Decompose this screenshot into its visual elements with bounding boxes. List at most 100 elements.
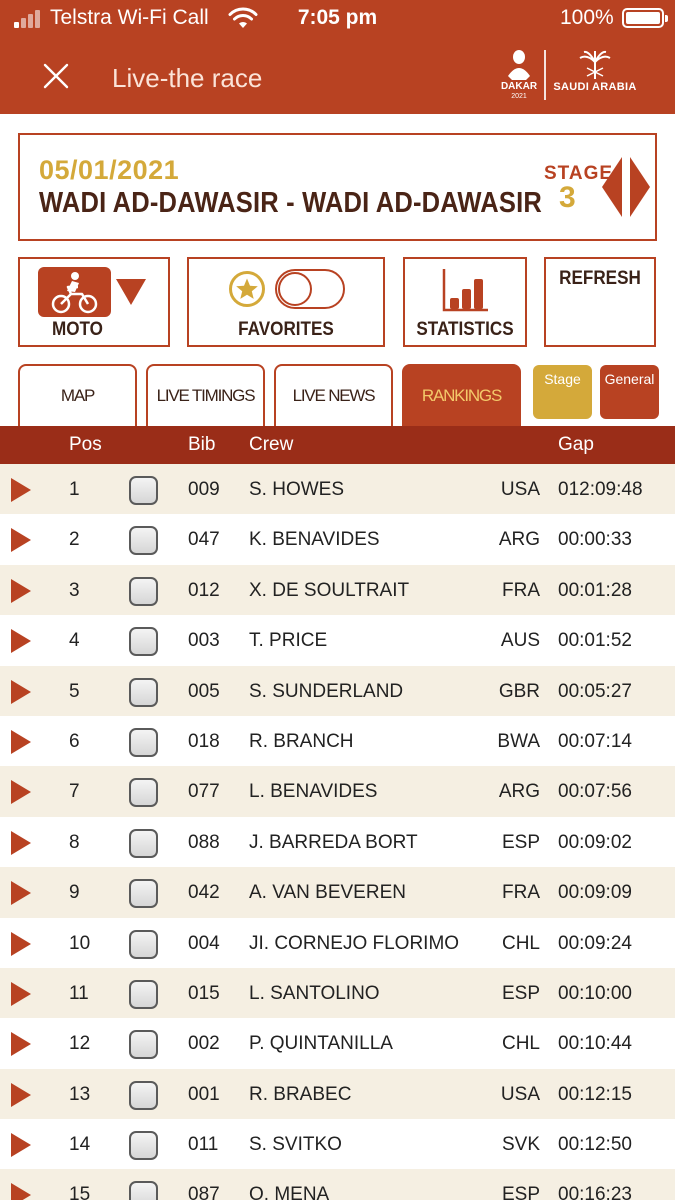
expand-row-icon[interactable] [11,981,31,1006]
stage-number: 3 [559,181,576,214]
rider-crew: J. BARREDA BORT [249,831,418,853]
table-row[interactable]: 15 087 O. MENA ESP 00:16:23 [0,1169,675,1200]
app-bar: Live-the race DAKAR 2021 SAUDI ARABIA [0,38,675,114]
rider-nationality: FRA [502,882,540,904]
stage-route: WADI AD-DAWASIR - WADI AD-DAWASIR [39,187,542,219]
favorite-checkbox[interactable] [129,828,158,858]
favorite-checkbox[interactable] [129,979,158,1009]
table-row[interactable]: 8 088 J. BARREDA BORT ESP 00:09:02 [0,816,675,868]
table-row[interactable]: 11 015 L. SANTOLINO ESP 00:10:00 [0,967,675,1019]
battery-icon [622,8,668,28]
expand-row-icon[interactable] [11,1183,31,1200]
rider-crew: R. BRANCH [249,730,354,752]
general-ranking-button[interactable]: General [600,365,659,419]
rider-gap: 00:05:27 [558,680,632,702]
table-row[interactable]: 7 077 L. BENAVIDES ARG 00:07:56 [0,766,675,817]
rider-position: 9 [69,882,80,904]
expand-row-icon[interactable] [11,780,31,805]
tab-live-news[interactable]: LIVE NEWS [274,364,393,426]
refresh-button[interactable]: REFRESH [544,257,656,347]
close-icon[interactable] [42,62,70,90]
rider-position: 2 [69,529,80,551]
expand-row-icon[interactable] [11,679,31,704]
rider-bib: 005 [188,680,220,702]
rider-crew: O. MENA [249,1184,330,1200]
page-title: Live-the race [112,63,263,93]
expand-row-icon[interactable] [11,830,31,855]
previous-stage-icon[interactable] [602,157,622,217]
saudi-arabia-logo: SAUDI ARABIA [550,50,640,100]
expand-row-icon[interactable] [11,528,31,553]
table-row[interactable]: 12 002 P. QUINTANILLA CHL 00:10:44 [0,1018,675,1069]
favorite-checkbox[interactable] [129,727,158,757]
header-bib: Bib [188,434,216,455]
rider-gap: 00:07:56 [558,781,632,803]
favorite-checkbox[interactable] [129,627,158,657]
rider-bib: 047 [188,529,220,551]
favorite-checkbox[interactable] [129,576,158,606]
tab-rankings[interactable]: RANKINGS [402,364,521,426]
rider-position: 10 [69,932,91,954]
expand-row-icon[interactable] [11,578,31,603]
table-row[interactable]: 10 004 JI. CORNEJO FLORIMO CHL 00:09:24 [0,917,675,968]
tab-live-timings[interactable]: LIVE TIMINGS [146,364,265,426]
rider-crew: K. BENAVIDES [249,529,380,551]
expand-row-icon[interactable] [11,931,31,956]
rider-gap: 00:12:15 [558,1083,632,1105]
rider-gap: 00:12:50 [558,1134,632,1156]
rider-bib: 018 [188,730,220,752]
header-gap: Gap [558,434,594,455]
favorite-checkbox[interactable] [129,879,158,909]
table-row[interactable]: 6 018 R. BRANCH BWA 00:07:14 [0,715,675,767]
battery-percent: 100% [560,6,614,29]
rider-gap: 00:09:02 [558,831,632,853]
expand-row-icon[interactable] [11,729,31,754]
favorites-toggle[interactable] [275,269,345,309]
expand-row-icon[interactable] [11,1133,31,1158]
stage-card: 05/01/2021 WADI AD-DAWASIR - WADI AD-DAW… [18,133,657,241]
rider-bib: 042 [188,882,220,904]
favorites-box: FAVORITES [187,257,385,347]
next-stage-icon[interactable] [630,157,650,217]
rider-nationality: USA [500,479,540,500]
table-row[interactable]: 3 012 X. DE SOULTRAIT FRA 00:01:28 [0,564,675,616]
expand-row-icon[interactable] [11,478,31,502]
table-row[interactable]: 1 009 S. HOWES USA 012:09:48 [0,464,675,515]
expand-row-icon[interactable] [11,629,31,654]
rider-bib: 009 [188,479,220,500]
table-row[interactable]: 9 042 A. VAN BEVEREN FRA 00:09:09 [0,867,675,918]
expand-row-icon[interactable] [11,881,31,906]
rider-position: 8 [69,831,80,853]
favorite-checkbox[interactable] [129,1030,158,1060]
table-row[interactable]: 14 011 S. SVITKO SVK 00:12:50 [0,1119,675,1170]
favorite-checkbox[interactable] [129,476,158,505]
rider-crew: A. VAN BEVEREN [249,882,406,904]
tab-map[interactable]: MAP [18,364,137,426]
stage-ranking-button[interactable]: Stage [533,365,592,419]
rider-bib: 077 [188,781,220,803]
chevron-down-icon[interactable] [116,279,146,305]
rider-crew: P. QUINTANILLA [249,1033,393,1055]
rider-gap: 00:00:33 [558,529,632,551]
table-row[interactable]: 2 047 K. BENAVIDES ARG 00:00:33 [0,514,675,565]
favorite-checkbox[interactable] [129,929,158,959]
favorite-checkbox[interactable] [129,526,158,556]
bar-chart-icon [442,269,488,312]
expand-row-icon[interactable] [11,1082,31,1107]
table-row[interactable]: 4 003 T. PRICE AUS 00:01:52 [0,615,675,666]
dakar-logo: DAKAR 2021 [501,50,538,100]
favorite-checkbox[interactable] [129,1181,158,1200]
rider-position: 11 [69,982,89,1004]
table-row[interactable]: 5 005 S. SUNDERLAND GBR 00:05:27 [0,665,675,716]
rider-bib: 002 [188,1033,220,1055]
expand-row-icon[interactable] [11,1032,31,1057]
category-selector[interactable]: MOTO [18,257,170,347]
favorite-checkbox[interactable] [129,1080,158,1110]
table-row[interactable]: 13 001 R. BRABEC USA 00:12:15 [0,1068,675,1120]
favorite-checkbox[interactable] [129,1131,158,1161]
rider-bib: 015 [188,982,220,1004]
favorite-checkbox[interactable] [129,677,158,707]
status-bar: Telstra Wi-Fi Call 7:05 pm 100% [0,0,675,38]
favorite-checkbox[interactable] [129,778,158,808]
statistics-button[interactable]: STATISTICS [403,257,527,347]
